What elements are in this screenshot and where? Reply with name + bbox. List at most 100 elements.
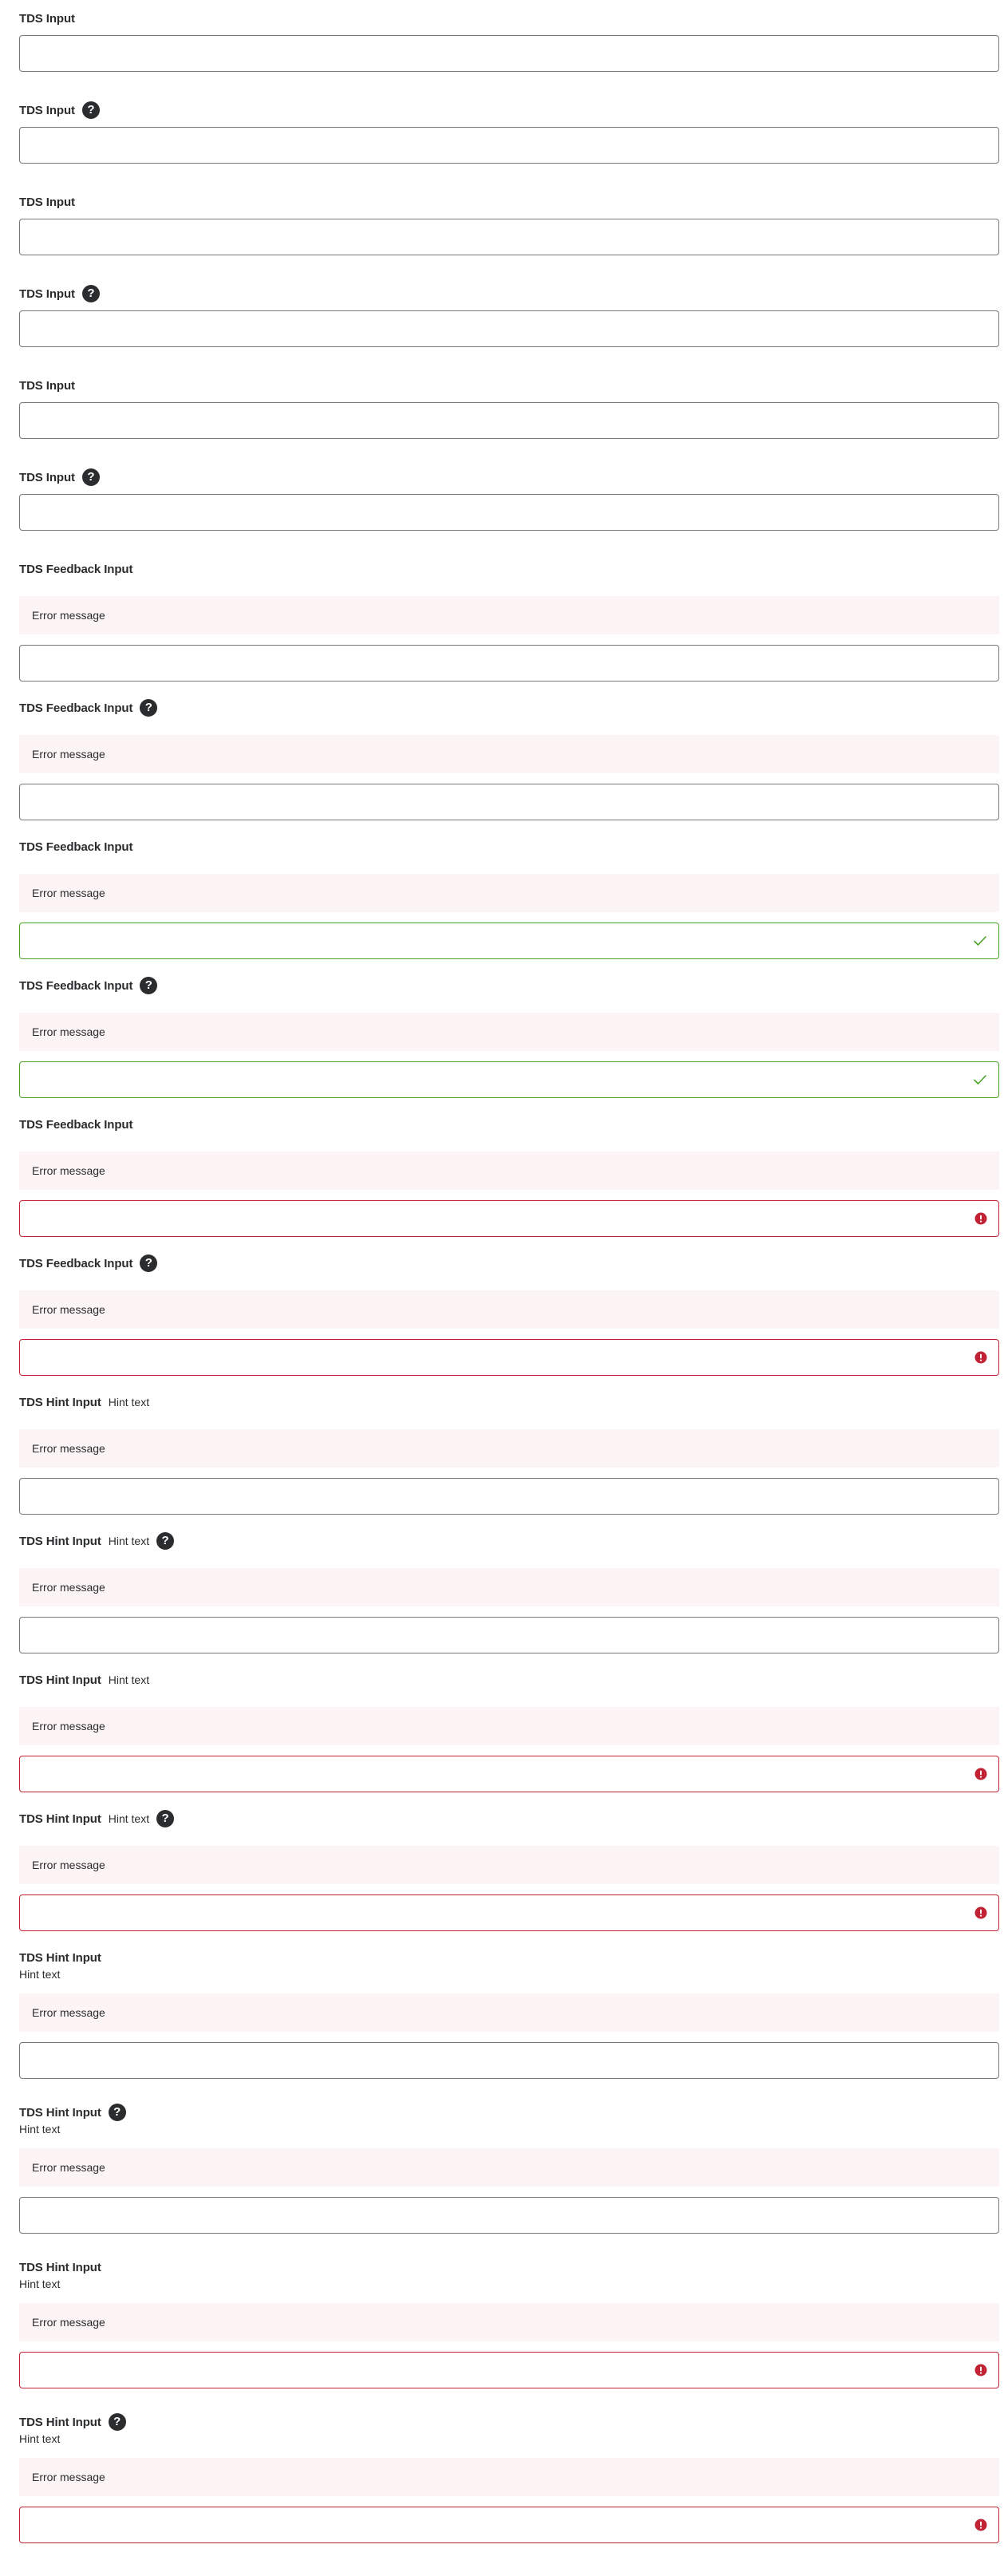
text-input-box — [19, 2352, 999, 2388]
error-message: Error message — [19, 735, 999, 773]
hint-text: Hint text — [108, 1673, 150, 1686]
field-label-row: TDS Feedback Input — [19, 560, 132, 578]
text-input[interactable] — [20, 311, 998, 346]
text-input-box — [19, 127, 999, 164]
error-message: Error message — [19, 1846, 999, 1884]
checkmark-icon — [974, 1075, 986, 1085]
help-icon[interactable]: ? — [81, 285, 100, 302]
field-label-row: TDS Feedback Input? — [19, 699, 158, 717]
hint-text: Hint text — [19, 2123, 61, 2135]
error-message: Error message — [19, 1568, 999, 1606]
checkmark-icon — [974, 936, 986, 946]
help-icon[interactable]: ? — [156, 1810, 175, 1827]
help-icon[interactable]: ? — [81, 468, 100, 486]
text-input[interactable] — [20, 2507, 998, 2542]
field-label-row: TDS Input — [19, 10, 75, 27]
help-icon[interactable]: ? — [140, 699, 158, 717]
text-input-box — [19, 402, 999, 439]
text-input[interactable] — [20, 1062, 998, 1097]
field-label-row: TDS Input — [19, 377, 75, 394]
text-input[interactable] — [20, 495, 998, 530]
text-input[interactable] — [20, 219, 998, 255]
field-label-row: TDS Hint Input Hint text? — [19, 1532, 175, 1550]
text-input[interactable] — [20, 923, 998, 958]
text-input[interactable] — [20, 36, 998, 71]
text-input[interactable] — [20, 1895, 998, 1930]
text-input-box — [19, 1478, 999, 1515]
field-label: TDS Feedback Input — [19, 840, 133, 854]
text-input[interactable] — [20, 784, 998, 820]
text-input-box — [19, 1339, 999, 1376]
field-label-row: TDS Hint Input — [19, 1949, 101, 1966]
text-input[interactable] — [20, 2198, 998, 2233]
text-input[interactable] — [20, 646, 998, 681]
hint-text: Hint text — [108, 1396, 150, 1409]
text-input-box — [19, 1756, 999, 1792]
hint-text: Hint text — [19, 1968, 61, 1981]
field-label: TDS Feedback Input — [19, 1256, 133, 1270]
text-input-box — [19, 35, 999, 72]
help-icon[interactable]: ? — [140, 977, 158, 994]
field-label-row: TDS Feedback Input — [19, 1116, 132, 1133]
text-input[interactable] — [20, 2353, 998, 2388]
error-message: Error message — [19, 1429, 999, 1468]
field-label-row: TDS Feedback Input? — [19, 977, 158, 994]
help-icon[interactable]: ? — [81, 101, 100, 119]
hint-text: Hint text — [19, 2278, 61, 2290]
text-input[interactable] — [20, 1201, 998, 1236]
field-label-row: TDS Input? — [19, 285, 100, 302]
field-label-row: TDS Hint Input? — [19, 2104, 126, 2121]
text-input[interactable] — [20, 128, 998, 163]
field-label-row: TDS Hint Input — [19, 2258, 101, 2276]
hint-text: Hint text — [108, 1812, 150, 1825]
error-message: Error message — [19, 2458, 999, 2496]
text-input[interactable] — [20, 1618, 998, 1653]
field-label-row: TDS Input? — [19, 468, 100, 486]
field-label: TDS Hint Input — [19, 1950, 101, 1965]
error-message: Error message — [19, 1707, 999, 1745]
text-input[interactable] — [20, 403, 998, 438]
field-label: TDS Hint Input — [19, 2105, 101, 2120]
help-icon[interactable]: ? — [108, 2413, 126, 2431]
error-message: Error message — [19, 2303, 999, 2341]
field-label: TDS Feedback Input — [19, 1117, 133, 1132]
field-label-row: TDS Hint Input? — [19, 2413, 126, 2431]
help-icon[interactable]: ? — [108, 2104, 126, 2121]
error-icon — [974, 1906, 987, 1919]
text-input-box — [19, 923, 999, 959]
field-label: TDS Input — [19, 286, 75, 301]
field-label: TDS Feedback Input — [19, 978, 133, 993]
field-label: TDS Input — [19, 378, 75, 393]
error-message: Error message — [19, 874, 999, 912]
text-input[interactable] — [20, 1756, 998, 1792]
text-input[interactable] — [20, 1479, 998, 1514]
error-message: Error message — [19, 1290, 999, 1329]
help-icon[interactable]: ? — [156, 1532, 175, 1550]
field-label-row: TDS Input? — [19, 101, 100, 119]
text-input-box — [19, 2042, 999, 2079]
error-icon — [974, 2364, 987, 2376]
error-message: Error message — [19, 2148, 999, 2187]
error-message: Error message — [19, 596, 999, 634]
field-label: TDS Hint Input — [19, 1811, 101, 1826]
error-icon — [974, 1351, 987, 1364]
field-label: TDS Input — [19, 195, 75, 209]
field-label: TDS Feedback Input — [19, 701, 133, 715]
hint-text: Hint text — [108, 1535, 150, 1547]
help-icon[interactable]: ? — [140, 1254, 158, 1272]
text-input[interactable] — [20, 2043, 998, 2078]
error-message: Error message — [19, 1152, 999, 1190]
field-label: TDS Input — [19, 11, 75, 26]
text-input[interactable] — [20, 1340, 998, 1375]
text-input-box — [19, 645, 999, 682]
field-label: TDS Hint Input — [19, 2260, 101, 2274]
field-label-row: TDS Hint Input Hint text — [19, 1671, 149, 1689]
field-label-row: TDS Feedback Input — [19, 838, 132, 855]
text-input-box — [19, 219, 999, 255]
error-message: Error message — [19, 1013, 999, 1051]
text-input-box — [19, 1617, 999, 1653]
text-input-box — [19, 784, 999, 820]
field-label: TDS Input — [19, 103, 75, 117]
field-label: TDS Hint Input — [19, 1534, 101, 1548]
text-input-box — [19, 1061, 999, 1098]
